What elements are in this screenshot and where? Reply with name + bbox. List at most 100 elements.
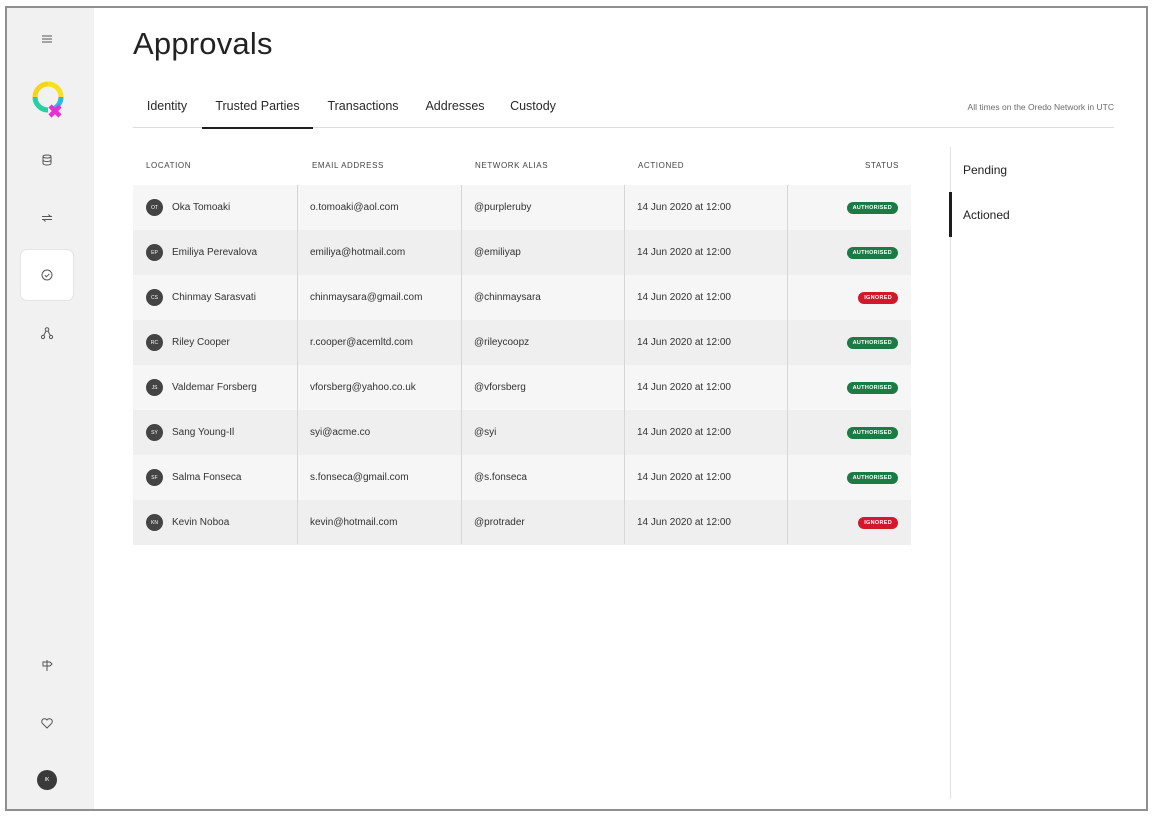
menu-icon[interactable]: [21, 14, 73, 64]
email-cell: o.tomoaki@aol.com: [310, 202, 399, 213]
tab-custody[interactable]: Custody: [505, 96, 561, 128]
sidebar: IK: [7, 8, 94, 809]
status-badge: IGNORED: [858, 291, 898, 304]
party-name: Salma Fonseca: [172, 472, 242, 483]
alias-cell: @rileycoopz: [474, 337, 530, 348]
tab-transactions[interactable]: Transactions: [319, 96, 407, 128]
party-name: Emiliya Perevalova: [172, 247, 258, 258]
column-divider: [787, 185, 788, 544]
table-row[interactable]: RC Riley Cooper r.cooper@acemltd.com @riley…: [133, 320, 911, 365]
transfer-icon[interactable]: [21, 193, 73, 243]
tab-bar: Identity Trusted Parties Transactions Ad…: [133, 96, 1114, 129]
alias-cell: @syi: [474, 427, 497, 438]
filter-pending[interactable]: Pending: [963, 163, 1007, 177]
header-actioned[interactable]: ACTIONED: [638, 161, 684, 170]
table-header: LOCATION EMAIL ADDRESS NETWORK ALIAS ACT…: [133, 150, 911, 185]
actioned-cell: 14 Jun 2020 at 12:00: [637, 472, 731, 483]
party-name: Valdemar Forsberg: [172, 382, 257, 393]
heart-icon[interactable]: [21, 698, 73, 748]
status-cell: AUTHORISED: [846, 185, 898, 230]
table-row[interactable]: CS Chinmay Sarasvati chinmaysara@gmail.com…: [133, 275, 911, 320]
table-row[interactable]: EP Emiliya Perevalova emiliya@hotmail.com @…: [133, 230, 911, 275]
party-avatar: SY: [146, 424, 163, 441]
network-icon[interactable]: [21, 308, 73, 358]
column-divider: [461, 185, 462, 544]
column-divider: [624, 185, 625, 544]
table-row[interactable]: SF Salma Fonseca s.fonseca@gmail.com @s.fon…: [133, 455, 911, 500]
party-name: Chinmay Sarasvati: [172, 292, 256, 303]
actioned-cell: 14 Jun 2020 at 12:00: [637, 337, 731, 348]
location-cell: KN Kevin Noboa: [146, 500, 229, 545]
party-avatar: JS: [146, 379, 163, 396]
header-email[interactable]: EMAIL ADDRESS: [312, 161, 384, 170]
email-cell: vforsberg@yahoo.co.uk: [310, 382, 416, 393]
status-badge: AUTHORISED: [846, 336, 898, 349]
party-name: Sang Young-Il: [172, 427, 235, 438]
actioned-cell: 14 Jun 2020 at 12:00: [637, 427, 731, 438]
status-cell: AUTHORISED: [846, 320, 898, 365]
timezone-note: All times on the Oredo Network in UTC: [967, 102, 1114, 112]
alias-cell: @chinmaysara: [474, 292, 541, 303]
email-cell: chinmaysara@gmail.com: [310, 292, 423, 303]
user-avatar[interactable]: IK: [37, 770, 57, 790]
tab-identity[interactable]: Identity: [133, 96, 201, 128]
party-name: Kevin Noboa: [172, 517, 230, 528]
party-name: Riley Cooper: [172, 337, 230, 348]
party-avatar: CS: [146, 289, 163, 306]
database-icon[interactable]: [21, 135, 73, 185]
status-cell: AUTHORISED: [846, 455, 898, 500]
filter-actioned[interactable]: Actioned: [963, 208, 1010, 222]
location-cell: EP Emiliya Perevalova: [146, 230, 257, 275]
actioned-cell: 14 Jun 2020 at 12:00: [637, 517, 731, 528]
status-cell: IGNORED: [858, 500, 898, 545]
email-cell: emiliya@hotmail.com: [310, 247, 406, 258]
actioned-cell: 14 Jun 2020 at 12:00: [637, 292, 731, 303]
header-location[interactable]: LOCATION: [146, 161, 191, 170]
alias-cell: @protrader: [474, 517, 525, 528]
status-badge: AUTHORISED: [846, 471, 898, 484]
status-cell: IGNORED: [858, 275, 898, 320]
email-cell: kevin@hotmail.com: [310, 517, 398, 528]
alias-cell: @purpleruby: [474, 202, 532, 213]
filter-panel-divider: [950, 147, 951, 799]
alias-cell: @s.fonseca: [474, 472, 527, 483]
alias-cell: @emiliyap: [474, 247, 521, 258]
location-cell: JS Valdemar Forsberg: [146, 365, 257, 410]
tab-addresses[interactable]: Addresses: [420, 96, 490, 128]
status-badge: AUTHORISED: [846, 381, 898, 394]
logo[interactable]: [31, 81, 65, 119]
actioned-cell: 14 Jun 2020 at 12:00: [637, 382, 731, 393]
location-cell: SY Sang Young-Il: [146, 410, 234, 455]
location-cell: OT Oka Tomoaki: [146, 185, 230, 230]
signpost-icon[interactable]: [21, 640, 73, 690]
approvals-table: LOCATION EMAIL ADDRESS NETWORK ALIAS ACT…: [133, 150, 911, 545]
actioned-cell: 14 Jun 2020 at 12:00: [637, 247, 731, 258]
status-cell: AUTHORISED: [846, 410, 898, 455]
status-cell: AUTHORISED: [846, 230, 898, 275]
status-badge: AUTHORISED: [846, 201, 898, 214]
header-status[interactable]: STATUS: [865, 161, 899, 170]
party-avatar: RC: [146, 334, 163, 351]
tab-trusted-parties[interactable]: Trusted Parties: [202, 96, 313, 129]
party-avatar: OT: [146, 199, 163, 216]
party-name: Oka Tomoaki: [172, 202, 231, 213]
email-cell: s.fonseca@gmail.com: [310, 472, 409, 483]
status-badge: AUTHORISED: [846, 426, 898, 439]
table-row[interactable]: OT Oka Tomoaki o.tomoaki@aol.com @purplerub…: [133, 185, 911, 230]
email-cell: syi@acme.co: [310, 427, 371, 438]
header-alias[interactable]: NETWORK ALIAS: [475, 161, 548, 170]
status-badge: AUTHORISED: [846, 246, 898, 259]
email-cell: r.cooper@acemltd.com: [310, 337, 413, 348]
table-row[interactable]: SY Sang Young-Il syi@acme.co @syi 14 Jun 202…: [133, 410, 911, 455]
location-cell: SF Salma Fonseca: [146, 455, 241, 500]
page-title: Approvals: [133, 26, 273, 61]
check-circle-icon[interactable]: [21, 250, 73, 300]
active-filter-indicator: [949, 192, 952, 237]
column-divider: [297, 185, 298, 544]
party-avatar: KN: [146, 514, 163, 531]
table-row[interactable]: JS Valdemar Forsberg vforsberg@yahoo.co.uk…: [133, 365, 911, 410]
status-cell: AUTHORISED: [846, 365, 898, 410]
status-badge: IGNORED: [858, 516, 898, 529]
table-row[interactable]: KN Kevin Noboa kevin@hotmail.com @protrader…: [133, 500, 911, 545]
party-avatar: EP: [146, 244, 163, 261]
